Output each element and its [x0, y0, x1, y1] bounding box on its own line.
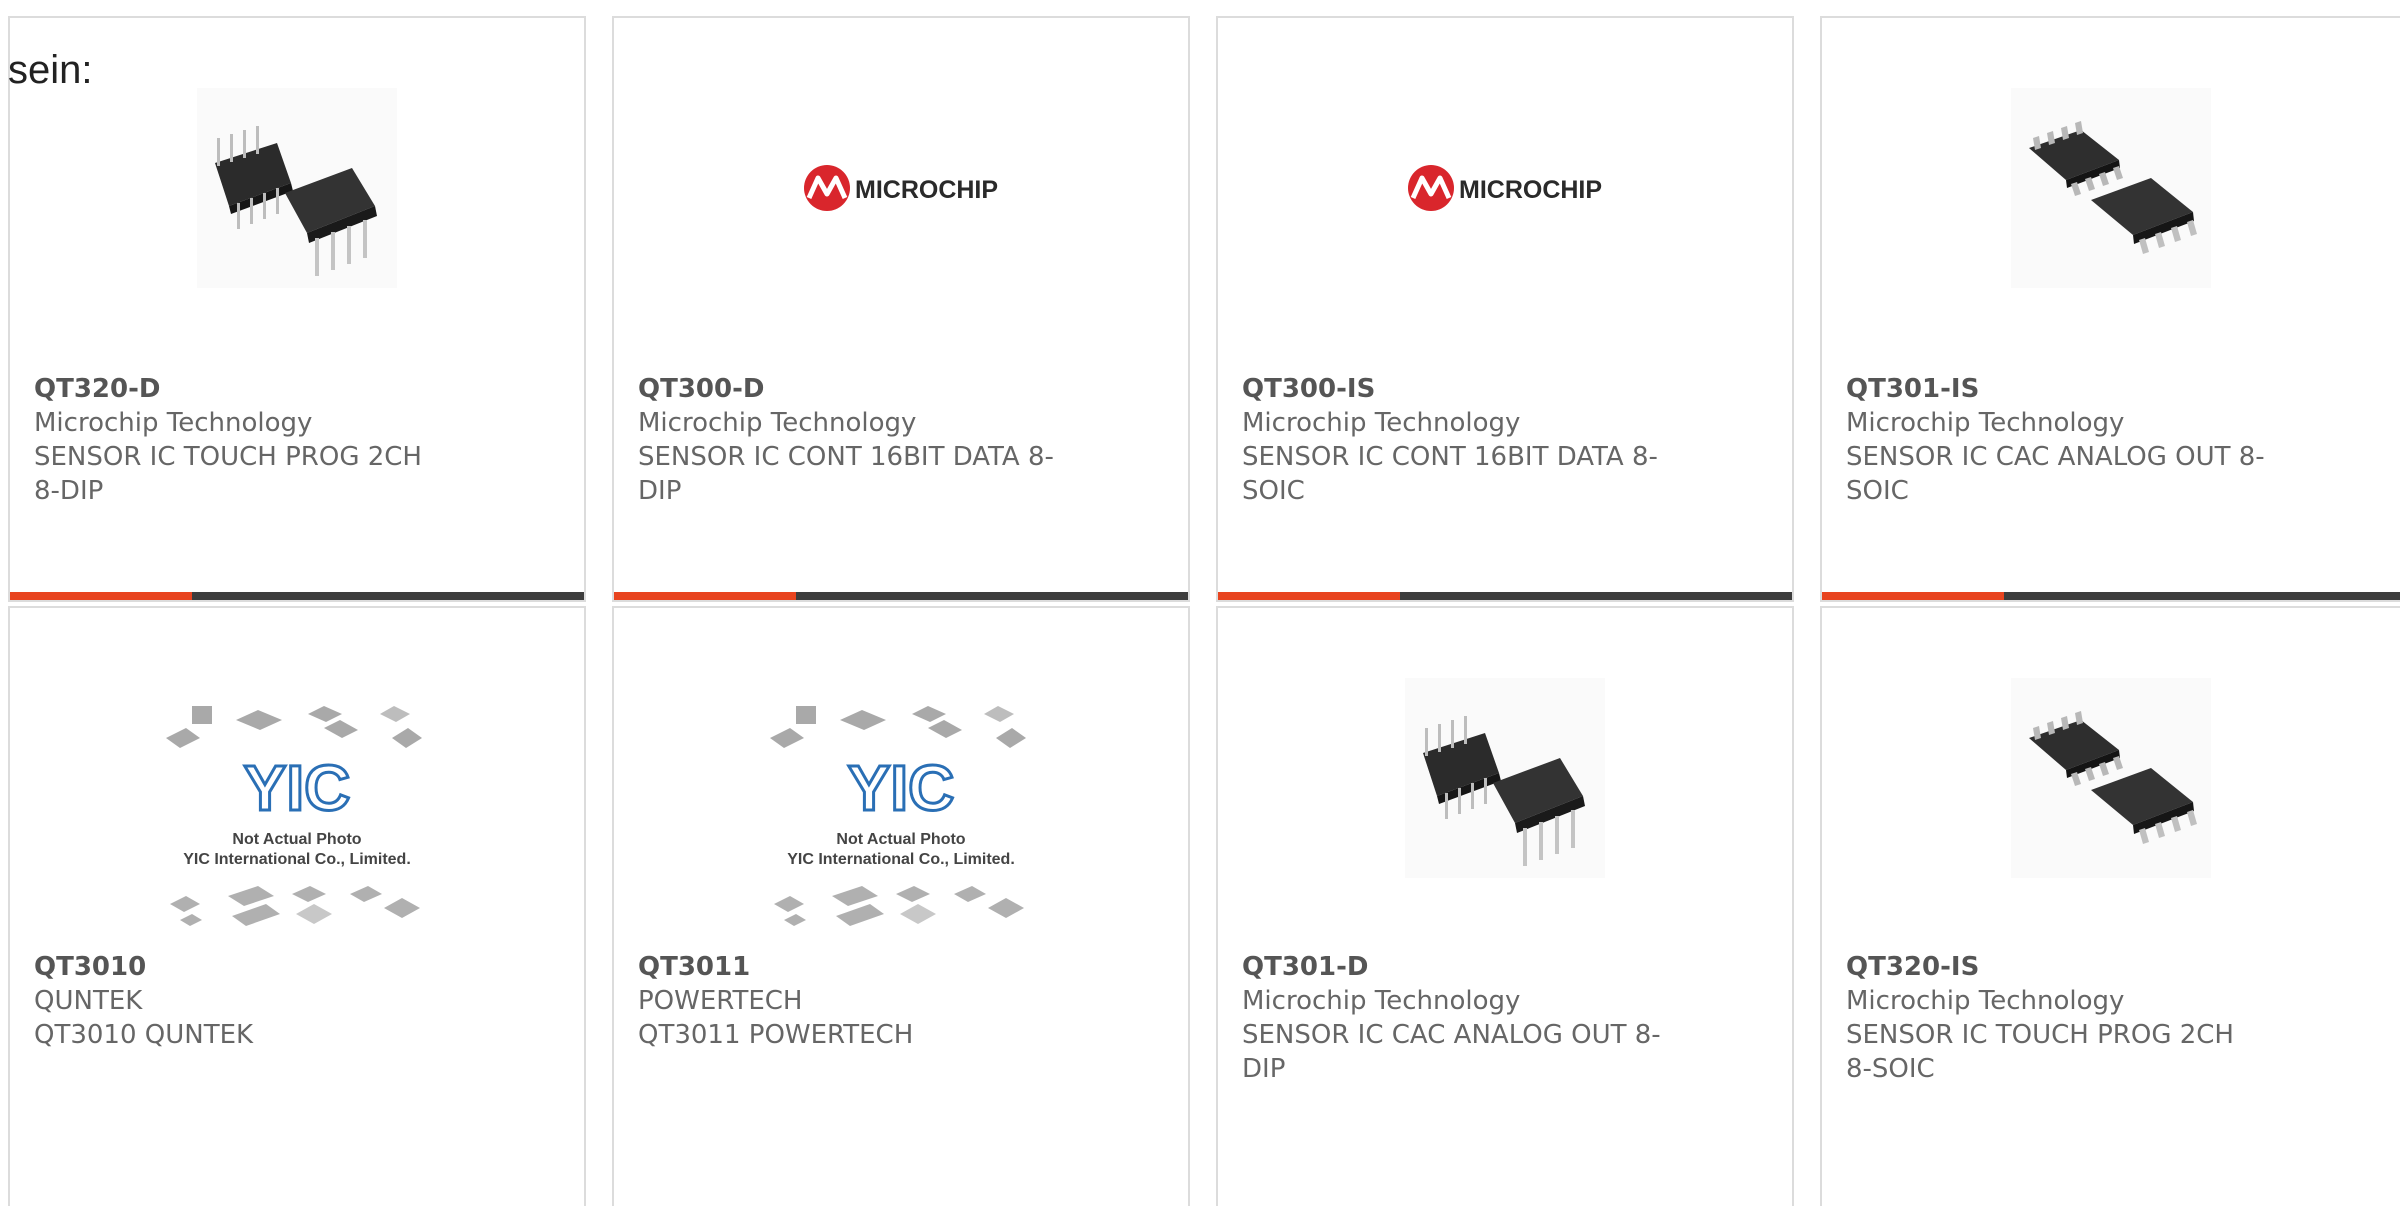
svg-text:YIC: YIC — [848, 752, 955, 824]
svg-text:Not Actual Photo: Not Actual Photo — [232, 831, 361, 848]
yic-placeholder-image: YIC Not Actual Photo YIC International C… — [162, 698, 432, 934]
part-number-link[interactable]: QT3010 — [34, 950, 454, 984]
svg-text:MICROCHIP: MICROCHIP — [855, 176, 998, 204]
product-description: QT3010 QUNTEK — [34, 1020, 254, 1050]
microchip-logo: MICROCHIP — [801, 88, 1001, 288]
svg-text:YIC International Co., Limited: YIC International Co., Limited. — [787, 851, 1015, 868]
manufacturer-name: Microchip Technology — [638, 408, 917, 438]
part-number-link[interactable]: QT301-IS — [1846, 372, 2266, 406]
product-card[interactable]: QT301-D Microchip Technology SENSOR IC C… — [1216, 606, 1794, 1206]
dip-package-icon — [1405, 678, 1605, 878]
part-number-link[interactable]: QT300-IS — [1242, 372, 1662, 406]
product-card[interactable]: YIC Not Actual Photo YIC International C… — [612, 606, 1190, 1206]
product-description: SENSOR IC CAC ANALOG OUT 8-SOIC — [1846, 442, 2265, 506]
product-description: SENSOR IC CONT 16BIT DATA 8-DIP — [638, 442, 1054, 506]
product-description: SENSOR IC CAC ANALOG OUT 8-DIP — [1242, 1020, 1661, 1084]
product-card[interactable]: MICROCHIP QT300-IS Microchip Technology … — [1216, 16, 1794, 602]
svg-text:Not Actual Photo: Not Actual Photo — [836, 831, 965, 848]
card-bottom-bar — [1218, 592, 1792, 600]
part-number-link[interactable]: QT300-D — [638, 372, 1058, 406]
manufacturer-name: Microchip Technology — [1242, 986, 1521, 1016]
product-card[interactable]: QT320-IS Microchip Technology SENSOR IC … — [1820, 606, 2400, 1206]
manufacturer-name: Microchip Technology — [34, 408, 313, 438]
svg-text:YIC International Co., Limited: YIC International Co., Limited. — [183, 851, 411, 868]
soic-package-icon — [2011, 88, 2211, 288]
part-number-link[interactable]: QT320-D — [34, 372, 454, 406]
product-card[interactable]: QT301-IS Microchip Technology SENSOR IC … — [1820, 16, 2400, 602]
part-number-link[interactable]: QT301-D — [1242, 950, 1662, 984]
card-bottom-bar — [10, 592, 584, 600]
product-description: SENSOR IC TOUCH PROG 2CH 8-DIP — [34, 442, 422, 506]
part-number-link[interactable]: QT3011 — [638, 950, 1058, 984]
manufacturer-name: POWERTECH — [638, 986, 803, 1016]
product-description: SENSOR IC CONT 16BIT DATA 8-SOIC — [1242, 442, 1658, 506]
prefix-text: sein: — [8, 48, 93, 92]
manufacturer-name: QUNTEK — [34, 986, 143, 1016]
product-card[interactable]: MICROCHIP QT300-D Microchip Technology S… — [612, 16, 1190, 602]
microchip-logo: MICROCHIP — [1405, 88, 1605, 288]
product-card[interactable]: QT320-D Microchip Technology SENSOR IC T… — [8, 16, 586, 602]
product-description: SENSOR IC TOUCH PROG 2CH 8-SOIC — [1846, 1020, 2234, 1084]
card-bottom-bar — [614, 592, 1188, 600]
dip-package-icon — [197, 88, 397, 288]
svg-text:YIC: YIC — [244, 752, 351, 824]
product-description: QT3011 POWERTECH — [638, 1020, 914, 1050]
manufacturer-name: Microchip Technology — [1846, 986, 2125, 1016]
part-number-link[interactable]: QT320-IS — [1846, 950, 2266, 984]
manufacturer-name: Microchip Technology — [1242, 408, 1521, 438]
yic-placeholder-image: YIC Not Actual Photo YIC International C… — [766, 698, 1036, 934]
product-card[interactable]: YIC Not Actual Photo YIC International C… — [8, 606, 586, 1206]
card-bottom-bar — [1822, 592, 2400, 600]
svg-text:MICROCHIP: MICROCHIP — [1459, 176, 1602, 204]
manufacturer-name: Microchip Technology — [1846, 408, 2125, 438]
soic-package-icon — [2011, 678, 2211, 878]
